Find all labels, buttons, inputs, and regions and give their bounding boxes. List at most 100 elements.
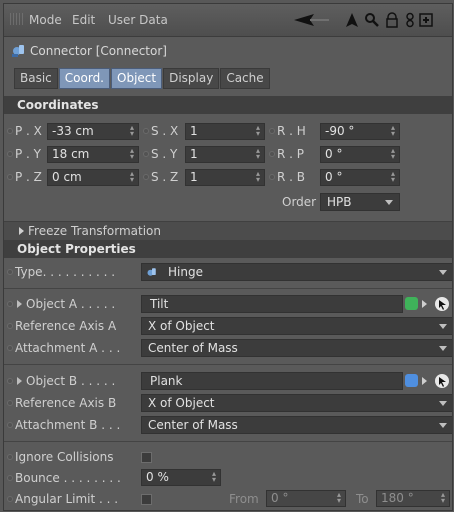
animation-dot-icon[interactable] (7, 151, 13, 157)
menu-mode[interactable]: Mode (29, 13, 62, 27)
attachment-a-label: Attachment A . . . (15, 341, 121, 355)
animation-dot-icon[interactable] (7, 496, 13, 502)
animation-dot-icon[interactable] (269, 174, 275, 180)
new-panel-icon[interactable] (418, 12, 434, 28)
pick-object-icon[interactable] (434, 296, 450, 312)
animation-dot-icon[interactable] (143, 128, 149, 134)
sz-field[interactable]: 1 ▴ ▾ (185, 169, 265, 186)
reference-axis-a-row: Reference Axis A X of Object (4, 315, 452, 337)
tab-basic[interactable]: Basic (14, 68, 58, 89)
search-icon[interactable] (364, 12, 380, 28)
reference-axis-a-label: Reference Axis A (15, 319, 117, 333)
attachment-a-dropdown[interactable]: Center of Mass (141, 339, 452, 357)
pz-field[interactable]: 0 cm ▴ ▾ (47, 169, 139, 186)
menu-user-data[interactable]: User Data (108, 13, 168, 27)
sy-field[interactable]: 1 ▴ ▾ (185, 146, 265, 163)
from-value: 0 ° (271, 491, 289, 505)
link-icon[interactable] (402, 12, 418, 28)
animation-dot-icon[interactable] (7, 475, 13, 481)
ignore-collisions-checkbox[interactable] (141, 452, 152, 463)
spin-arrows-icon[interactable]: ▴ ▾ (391, 170, 395, 184)
object-b-link-field[interactable]: Plank (141, 372, 403, 390)
px-field[interactable]: -33 cm ▴ ▾ (47, 123, 139, 140)
cursor-icon[interactable] (344, 12, 360, 28)
coord-row-x: P . X -33 cm ▴ ▾ S . X 1 ▴ ▾ R . H -90 ° ▴… (4, 121, 452, 143)
animation-dot-icon[interactable] (7, 174, 13, 180)
object-properties-header: Object Properties (4, 240, 452, 258)
animation-dot-icon[interactable] (269, 128, 275, 134)
spin-arrows-icon[interactable]: ▴ ▾ (256, 124, 260, 138)
rp-label: R . P (277, 147, 305, 161)
reference-axis-b-row: Reference Axis B X of Object (4, 392, 452, 414)
spin-arrows-icon[interactable]: ▴ ▾ (256, 147, 260, 161)
rh-value: -90 ° (325, 124, 355, 138)
rh-field[interactable]: -90 ° ▴ ▾ (320, 123, 400, 140)
to-field[interactable]: 180 ° ▴ ▾ (376, 490, 450, 507)
freeze-transformation-group[interactable]: Freeze Transformation (4, 221, 452, 241)
tab-display[interactable]: Display (163, 68, 220, 89)
animation-dot-icon[interactable] (143, 174, 149, 180)
menu-edit[interactable]: Edit (72, 13, 95, 27)
coordinates-header: Coordinates (4, 96, 452, 114)
expand-triangle-icon[interactable] (19, 227, 24, 235)
expand-triangle-icon[interactable] (17, 300, 22, 308)
animation-dot-icon[interactable] (7, 345, 13, 351)
expand-triangle-icon[interactable] (17, 377, 22, 385)
from-field[interactable]: 0 ° ▴ ▾ (266, 490, 346, 507)
animation-dot-icon[interactable] (7, 269, 13, 275)
sz-value: 1 (190, 170, 198, 184)
link-menu-arrow-icon[interactable] (422, 377, 427, 385)
rh-label: R . H (277, 124, 306, 138)
rp-field[interactable]: 0 ° ▴ ▾ (320, 146, 400, 163)
pick-object-icon[interactable] (434, 373, 450, 389)
object-a-link-field[interactable]: Tilt (141, 295, 403, 313)
attachment-b-value: Center of Mass (148, 418, 238, 432)
spin-arrows-icon[interactable]: ▴ ▾ (256, 170, 260, 184)
order-value: HPB (327, 195, 352, 209)
reference-axis-b-dropdown[interactable]: X of Object (141, 394, 452, 412)
animation-dot-icon[interactable] (7, 378, 13, 384)
bounce-field[interactable]: 0 % ▴ ▾ (141, 469, 221, 486)
pz-label: P . Z (15, 170, 42, 184)
rp-value: 0 ° (325, 147, 343, 161)
attachment-b-row: Attachment B . . . Center of Mass (4, 414, 452, 436)
animation-dot-icon[interactable] (7, 454, 13, 460)
tab-coord[interactable]: Coord. (58, 68, 110, 89)
spin-arrows-icon[interactable]: ▴ ▾ (441, 491, 445, 505)
order-row: Order HPB (4, 191, 452, 213)
order-dropdown[interactable]: HPB (320, 193, 400, 211)
spin-arrows-icon[interactable]: ▴ ▾ (130, 170, 134, 184)
lock-icon[interactable] (384, 12, 400, 28)
spin-arrows-icon[interactable]: ▴ ▾ (391, 147, 395, 161)
attachment-b-dropdown[interactable]: Center of Mass (141, 416, 452, 434)
animation-dot-icon[interactable] (7, 400, 13, 406)
chevron-down-icon (439, 270, 447, 275)
spin-arrows-icon[interactable]: ▴ ▾ (212, 470, 216, 484)
sy-value: 1 (190, 147, 198, 161)
order-label: Order (282, 195, 317, 209)
sx-field[interactable]: 1 ▴ ▾ (185, 123, 265, 140)
animation-dot-icon[interactable] (7, 323, 13, 329)
animation-dot-icon[interactable] (7, 301, 13, 307)
reference-axis-a-dropdown[interactable]: X of Object (141, 317, 452, 335)
animation-dot-icon[interactable] (143, 151, 149, 157)
tab-object[interactable]: Object (111, 68, 163, 89)
tab-cache[interactable]: Cache (220, 68, 270, 89)
spin-arrows-icon[interactable]: ▴ ▾ (130, 124, 134, 138)
py-field[interactable]: 18 cm ▴ ▾ (47, 146, 139, 163)
divider (4, 441, 452, 442)
angular-limit-checkbox[interactable] (141, 494, 152, 505)
back-arrow-icon[interactable] (292, 12, 330, 28)
animation-dot-icon[interactable] (7, 422, 13, 428)
null-object-icon (405, 297, 418, 310)
spin-arrows-icon[interactable]: ▴ ▾ (130, 147, 134, 161)
link-menu-arrow-icon[interactable] (422, 300, 427, 308)
connector-icon (12, 45, 24, 57)
animation-dot-icon[interactable] (269, 151, 275, 157)
drag-grip-icon[interactable] (10, 13, 24, 25)
spin-arrows-icon[interactable]: ▴ ▾ (337, 491, 341, 505)
rb-field[interactable]: 0 ° ▴ ▾ (320, 169, 400, 186)
spin-arrows-icon[interactable]: ▴ ▾ (391, 124, 395, 138)
animation-dot-icon[interactable] (7, 128, 13, 134)
type-dropdown[interactable]: Hinge (141, 263, 452, 281)
